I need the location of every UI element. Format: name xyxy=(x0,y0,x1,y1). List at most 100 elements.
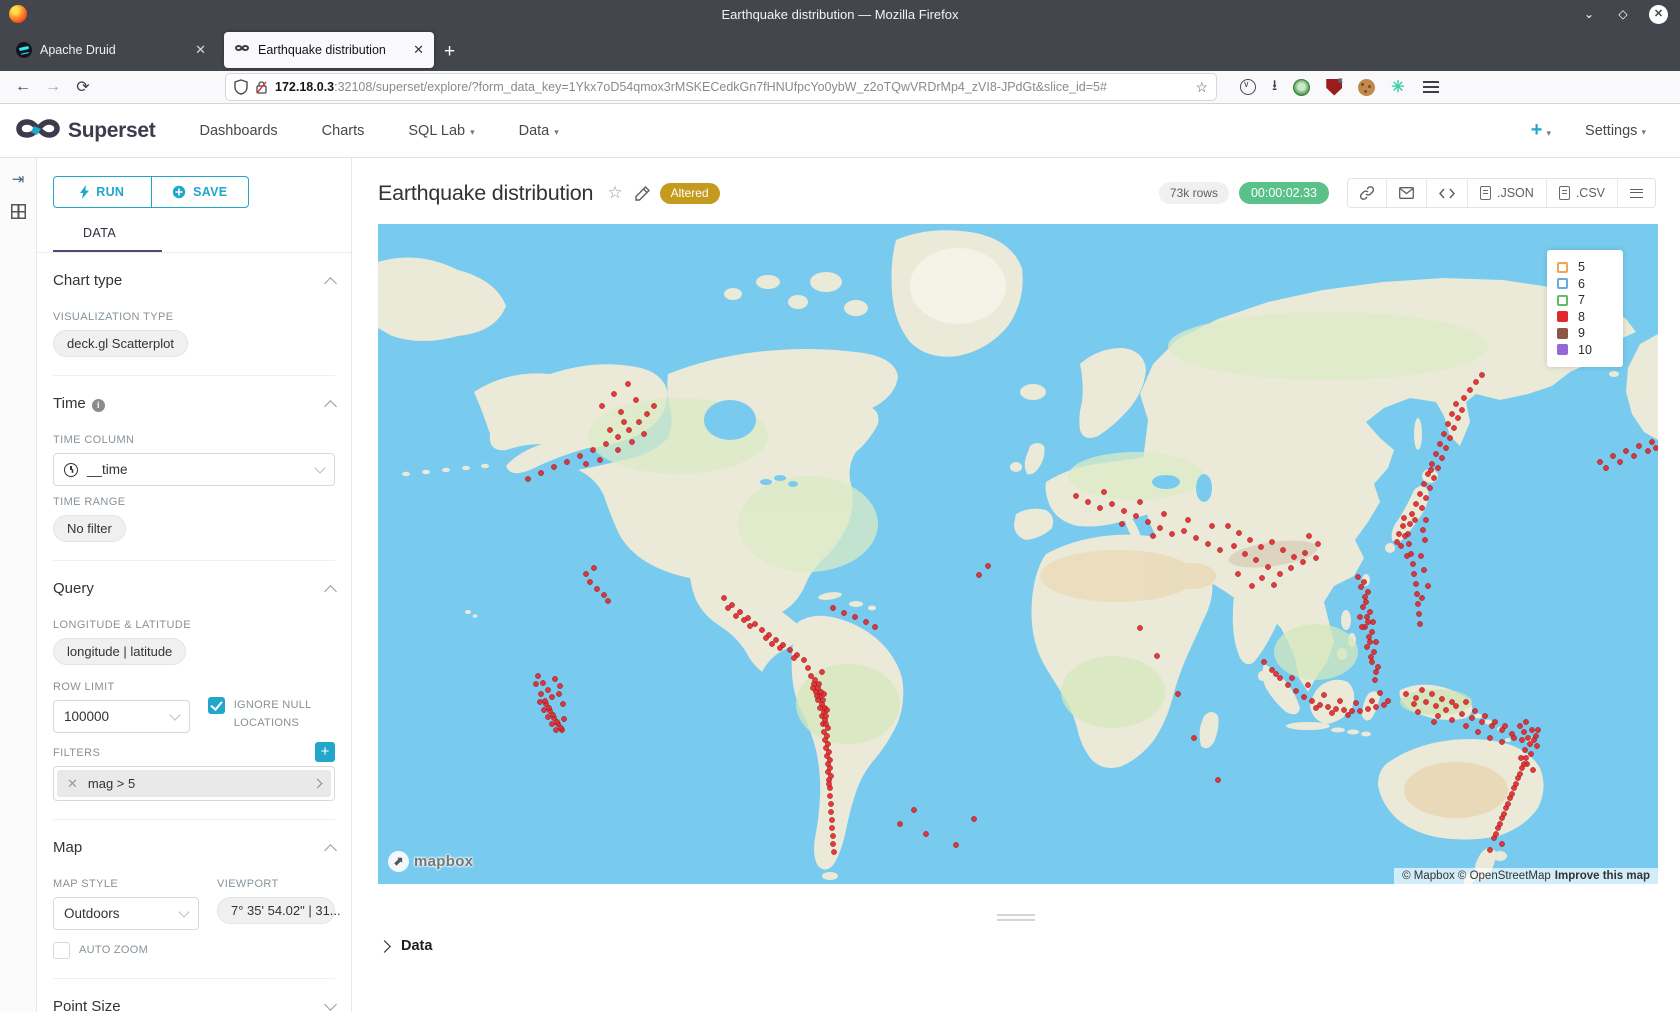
map-style-select[interactable]: Outdoors xyxy=(53,897,199,930)
run-button[interactable]: RUN xyxy=(53,176,152,208)
row-limit-select[interactable]: 100000 xyxy=(53,700,190,733)
superset-infinity-icon xyxy=(16,118,60,144)
legend-item-9[interactable]: 9 xyxy=(1557,325,1613,342)
privacy-extension-icon[interactable] xyxy=(1293,79,1310,96)
save-button[interactable]: SAVE xyxy=(152,176,250,208)
insecure-lock-icon[interactable] xyxy=(255,80,268,94)
ignore-null-checkbox[interactable] xyxy=(208,697,225,714)
section-header-point-size[interactable]: Point Size xyxy=(53,994,335,1012)
nav-item-dashboards[interactable]: Dashboards xyxy=(199,123,277,139)
section-query: Query LONGITUDE & LATITUDE longitude | l… xyxy=(53,561,335,820)
menu-hamburger-icon[interactable] xyxy=(1423,81,1439,93)
settings-menu[interactable]: Settings ▾ xyxy=(1585,123,1646,139)
tab-data[interactable]: DATA xyxy=(53,226,162,252)
chevron-up-icon xyxy=(324,277,337,290)
auto-zoom-label: AUTO ZOOM xyxy=(79,942,148,960)
deckgl-map[interactable]: 5678910 ⬈ mapbox © Mapbox © OpenStreetMa… xyxy=(378,224,1658,884)
extension-asterisk-icon[interactable]: ✳ xyxy=(1391,77,1404,97)
ignore-null-label: IGNORE NULL LOCATIONS xyxy=(234,697,335,732)
chevron-down-icon xyxy=(324,998,337,1011)
dataset-grid-icon[interactable] xyxy=(11,204,26,219)
legend-item-8[interactable]: 8 xyxy=(1557,309,1613,326)
legend-item-7[interactable]: 7 xyxy=(1557,292,1613,309)
back-button[interactable]: ← xyxy=(8,78,38,96)
legend-label: 5 xyxy=(1578,260,1585,274)
chevron-up-icon xyxy=(324,400,337,413)
copy-link-button[interactable] xyxy=(1348,179,1387,207)
section-header-query[interactable]: Query xyxy=(53,576,335,609)
new-item-button[interactable]: + ▾ xyxy=(1531,119,1551,142)
panel-tabs: DATA xyxy=(37,224,351,253)
browser-tab-earthquake-distribution[interactable]: Earthquake distribution ✕ xyxy=(224,32,434,68)
lonlat-value[interactable]: longitude | latitude xyxy=(53,638,186,665)
data-panel-toggle[interactable]: Data xyxy=(352,924,1680,954)
embed-code-button[interactable] xyxy=(1427,179,1468,207)
tab-close-icon[interactable]: ✕ xyxy=(413,42,424,58)
superset-favicon xyxy=(234,42,250,58)
section-point-size: Point Size xyxy=(53,979,335,1012)
section-header-chart-type[interactable]: Chart type xyxy=(53,268,335,301)
bookmark-star-icon[interactable]: ☆ xyxy=(1195,79,1208,96)
email-button[interactable] xyxy=(1387,179,1427,207)
new-tab-button[interactable]: + xyxy=(444,41,455,63)
time-range-label: TIME RANGE xyxy=(53,496,335,508)
improve-map-link[interactable]: Improve this map xyxy=(1555,870,1650,882)
section-header-time[interactable]: Timei xyxy=(53,391,335,424)
filter-box: ✕ mag > 5 xyxy=(53,766,335,801)
code-icon xyxy=(1439,188,1455,199)
add-filter-button[interactable]: + xyxy=(315,742,335,762)
viz-type-value[interactable]: deck.gl Scatterplot xyxy=(53,330,188,357)
druid-favicon xyxy=(16,42,32,58)
legend-item-10[interactable]: 10 xyxy=(1557,342,1613,359)
downloads-icon[interactable]: ⭳ xyxy=(1272,75,1277,100)
legend-swatch xyxy=(1557,311,1568,322)
nav-item-data[interactable]: Data▾ xyxy=(519,123,559,139)
chevron-right-icon xyxy=(378,940,391,953)
file-icon xyxy=(1480,186,1491,200)
mapbox-logo[interactable]: ⬈ mapbox xyxy=(388,851,473,872)
tab-close-icon[interactable]: ✕ xyxy=(195,42,206,58)
legend-swatch xyxy=(1557,278,1568,289)
browser-toolbar: ← → ⟳ 172.18.0.3:32108/superset/explore/… xyxy=(0,71,1680,104)
time-column-select[interactable]: __time xyxy=(53,453,335,486)
legend-label: 6 xyxy=(1578,277,1585,291)
ublock-icon[interactable]: 2 xyxy=(1326,79,1342,96)
chart-menu-button[interactable] xyxy=(1618,179,1655,207)
window-maximize-icon[interactable]: ◇ xyxy=(1615,7,1631,21)
legend-item-5[interactable]: 5 xyxy=(1557,259,1613,276)
nav-item-charts[interactable]: Charts xyxy=(322,123,365,139)
favorite-star-icon[interactable]: ☆ xyxy=(607,183,622,203)
nav-item-sql-lab[interactable]: SQL Lab▾ xyxy=(408,123,474,139)
expand-panel-icon[interactable]: ⇥ xyxy=(12,170,25,188)
legend-swatch xyxy=(1557,295,1568,306)
control-panel: RUN SAVE DATA Chart type VISUALIZATION T… xyxy=(37,158,352,1012)
remove-filter-icon[interactable]: ✕ xyxy=(67,776,78,792)
export-csv-button[interactable]: .CSV xyxy=(1547,179,1618,207)
superset-logo[interactable]: Superset xyxy=(16,118,155,144)
auto-zoom-checkbox[interactable] xyxy=(53,942,70,959)
collapse-strip: ⇥ xyxy=(0,158,37,1012)
tracking-protection-icon[interactable] xyxy=(234,79,248,95)
cookie-extension-icon[interactable] xyxy=(1358,79,1375,96)
window-close-icon[interactable]: ✕ xyxy=(1649,5,1668,24)
map-style-label: MAP STYLE xyxy=(53,878,199,890)
legend-item-6[interactable]: 6 xyxy=(1557,276,1613,293)
map-legend[interactable]: 5 678910 xyxy=(1547,250,1623,367)
url-bar[interactable]: 172.18.0.3:32108/superset/explore/?form_… xyxy=(226,74,1216,100)
edit-icon[interactable] xyxy=(635,186,650,201)
filter-item[interactable]: ✕ mag > 5 xyxy=(57,770,331,797)
altered-badge[interactable]: Altered xyxy=(660,183,720,204)
mapbox-logo-icon: ⬈ xyxy=(388,851,409,872)
export-json-button[interactable]: .JSON xyxy=(1468,179,1547,207)
browser-tab-apache-druid[interactable]: Apache Druid ✕ xyxy=(6,32,216,68)
window-titlebar: Earthquake distribution — Mozilla Firefo… xyxy=(0,0,1680,28)
viewport-value[interactable]: 7° 35' 54.02" | 31... xyxy=(217,897,335,924)
reload-button[interactable]: ⟳ xyxy=(68,77,98,97)
window-minimize-icon[interactable]: ⌄ xyxy=(1581,7,1597,21)
forward-button[interactable]: → xyxy=(38,78,68,96)
section-header-map[interactable]: Map xyxy=(53,835,335,868)
splitter-handle[interactable] xyxy=(997,914,1035,921)
time-range-value[interactable]: No filter xyxy=(53,515,126,542)
query-duration-badge: 00:00:02.33 xyxy=(1239,182,1329,204)
pocket-icon[interactable] xyxy=(1240,79,1256,95)
